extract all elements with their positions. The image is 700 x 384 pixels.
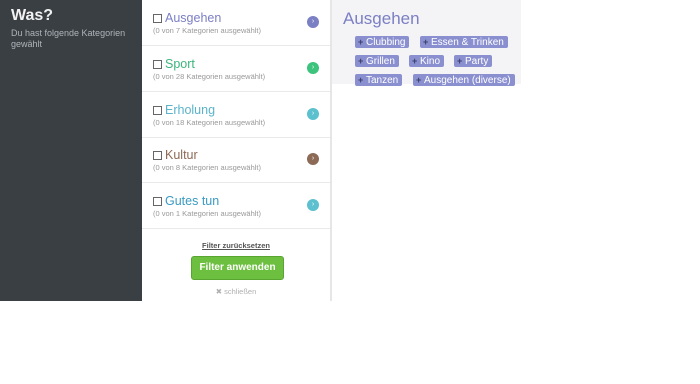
tag-label: Party: [465, 56, 489, 67]
close-link[interactable]: ✖ schließen: [142, 287, 330, 296]
checkbox-icon[interactable]: [153, 151, 162, 160]
chevron-right-icon[interactable]: ›: [307, 16, 319, 28]
category-name: Kultur: [165, 148, 198, 162]
category-count: (0 von 8 Kategorien ausgewählt): [153, 163, 261, 172]
tag-clubbing[interactable]: + Clubbing: [355, 36, 410, 48]
category-count: (0 von 7 Kategorien ausgewählt): [153, 26, 261, 35]
category-name: Gutes tun: [165, 194, 220, 208]
plus-icon: +: [457, 56, 463, 66]
tag-label: Ausgehen (diverse): [424, 75, 511, 86]
tag-kino[interactable]: + Kino: [409, 55, 445, 67]
tag-party[interactable]: + Party: [454, 55, 493, 67]
plus-icon: +: [358, 75, 364, 85]
chevron-right-icon[interactable]: ›: [307, 153, 319, 165]
chevron-right-icon[interactable]: ›: [307, 108, 319, 120]
plus-icon: +: [423, 37, 429, 47]
tag-label: Tanzen: [366, 75, 399, 86]
category-gutes-tun[interactable]: Gutes tun (0 von 1 Kategorien ausgewählt…: [142, 183, 330, 229]
close-icon: ✖: [215, 287, 223, 296]
sidebar-subtitle: Du hast folgende Kategorien gewählt: [11, 28, 126, 49]
tag-label: Clubbing: [366, 37, 406, 48]
category-sport[interactable]: Sport (0 von 28 Kategorien ausgewählt) ›: [142, 46, 330, 92]
chevron-right-icon[interactable]: ›: [307, 62, 319, 74]
tag-label: Kino: [420, 56, 441, 67]
tag-label: Essen & Trinken: [431, 37, 504, 48]
checkbox-icon[interactable]: [153, 14, 162, 23]
plus-icon: +: [358, 56, 364, 66]
sidebar-panel: Was? Du hast folgende Kategorien gewählt: [0, 0, 142, 301]
category-name: Erholung: [165, 103, 216, 117]
sidebar-title: Was?: [11, 7, 54, 24]
chevron-right-icon[interactable]: ›: [307, 199, 319, 211]
category-name: Sport: [165, 57, 195, 71]
checkbox-icon[interactable]: [153, 197, 162, 206]
apply-filter-button[interactable]: Filter anwenden: [191, 256, 284, 280]
plus-icon: +: [412, 56, 418, 66]
tag-ausgehen-diverse[interactable]: + Ausgehen (diverse): [413, 74, 515, 86]
tag-label: Grillen: [366, 56, 395, 67]
tag-grillen[interactable]: + Grillen: [355, 55, 399, 67]
category-name: Ausgehen: [165, 11, 222, 25]
tag-essen-trinken[interactable]: + Essen & Trinken: [420, 36, 508, 48]
category-count: (0 von 28 Kategorien ausgewählt): [153, 72, 266, 81]
subcategory-heading: Ausgehen: [343, 9, 420, 28]
close-label: schließen: [224, 287, 257, 296]
plus-icon: +: [416, 75, 422, 85]
plus-icon: +: [358, 37, 364, 47]
category-kultur[interactable]: Kultur (0 von 8 Kategorien ausgewählt) ›: [142, 137, 330, 183]
category-erholung[interactable]: Erholung (0 von 18 Kategorien ausgewählt…: [142, 92, 330, 138]
checkbox-icon[interactable]: [153, 60, 162, 69]
category-ausgehen[interactable]: Ausgehen (0 von 7 Kategorien ausgewählt)…: [142, 0, 330, 46]
category-count: (0 von 18 Kategorien ausgewählt): [153, 118, 266, 127]
checkbox-icon[interactable]: [153, 106, 162, 115]
reset-filter-link[interactable]: Filter zurücksetzen: [142, 241, 330, 250]
tag-tanzen[interactable]: + Tanzen: [355, 74, 403, 86]
category-count: (0 von 1 Kategorien ausgewählt): [153, 209, 261, 218]
